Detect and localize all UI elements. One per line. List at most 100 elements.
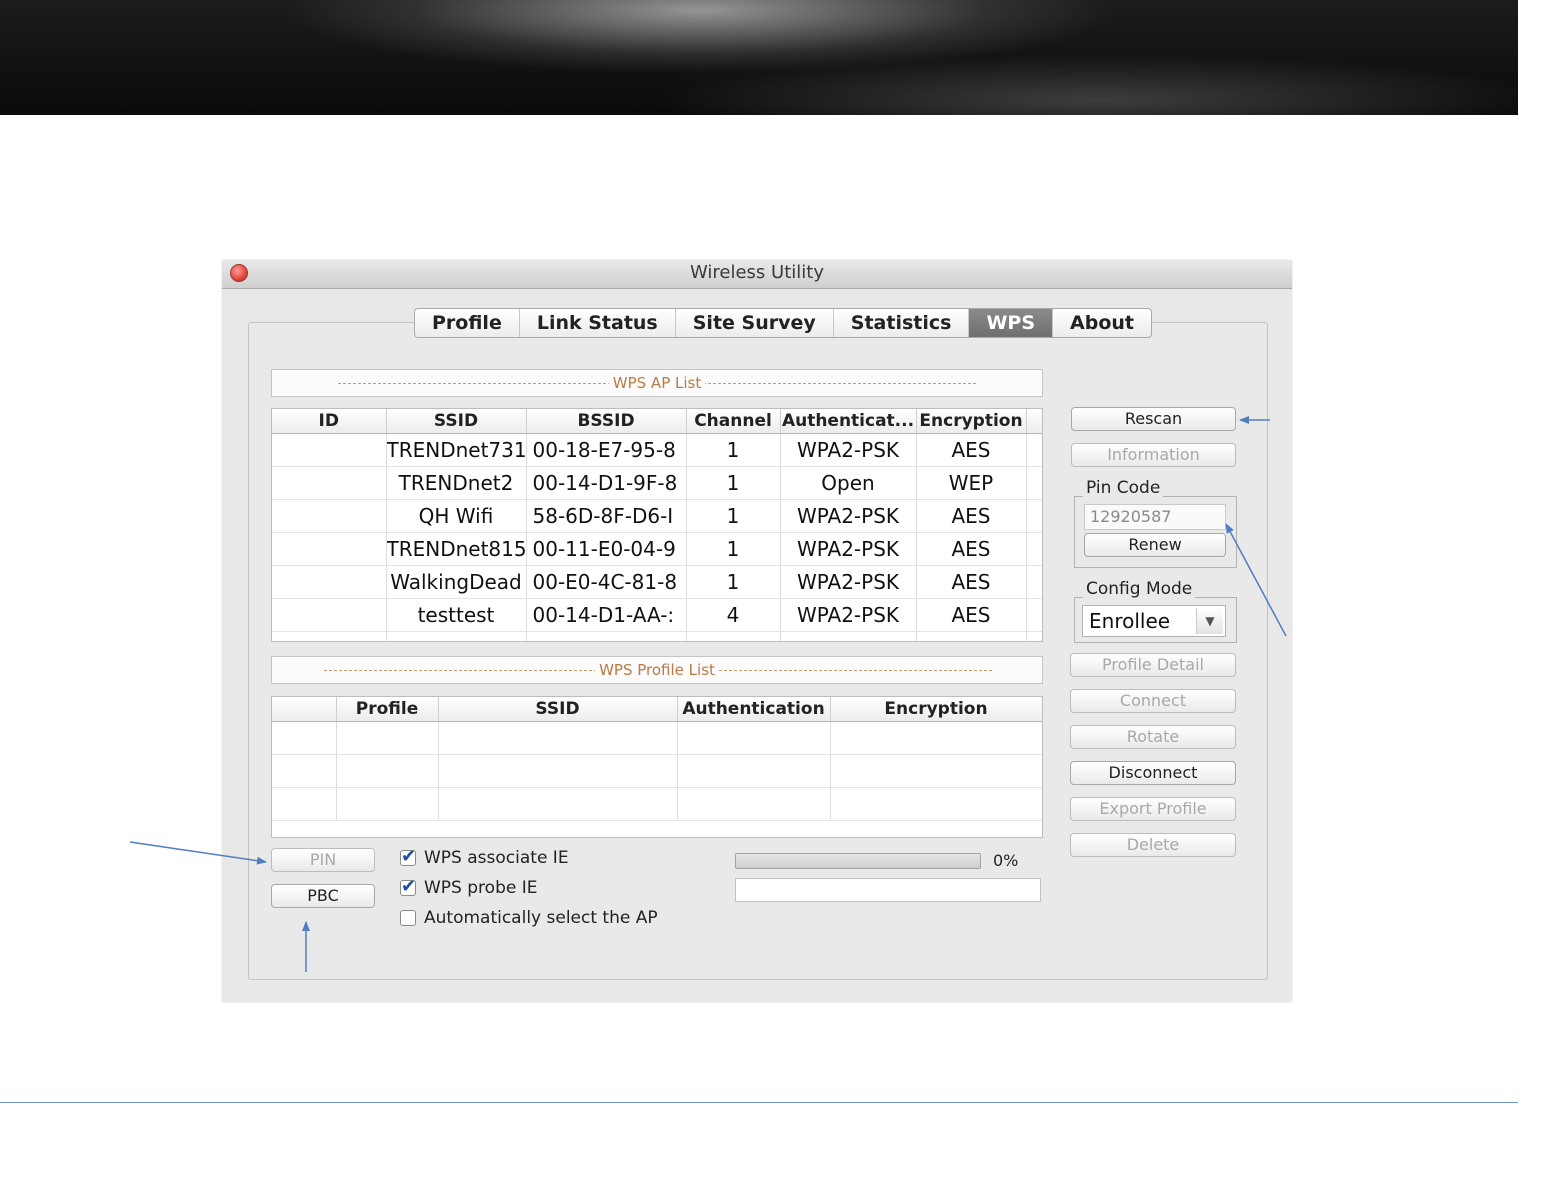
- config-mode-value: Enrollee: [1089, 609, 1171, 633]
- cell-id: [272, 598, 387, 632]
- ap-table-header: ID SSID BSSID Channel Authenticat... Enc…: [272, 409, 1042, 434]
- cell-id: [272, 499, 387, 533]
- table-row[interactable]: TRENDnet815 00-11-E0-04-9 1 WPA2-PSK AES: [272, 532, 1042, 566]
- table-row[interactable]: QH Wifi 58-6D-8F-D6-I 1 WPA2-PSK AES: [272, 499, 1042, 533]
- cell-auth: WPA2-PSK: [780, 433, 917, 467]
- close-window-button[interactable]: [230, 264, 248, 282]
- rotate-button[interactable]: Rotate: [1070, 725, 1236, 749]
- window-title: Wireless Utility: [690, 262, 824, 283]
- pin-button[interactable]: PIN: [271, 848, 375, 872]
- cell-encryption: WEP: [916, 466, 1027, 500]
- wps-ap-table: ID SSID BSSID Channel Authenticat... Enc…: [271, 408, 1043, 642]
- cell-channel: 1: [686, 565, 781, 599]
- col-ssid-header[interactable]: SSID: [438, 697, 678, 722]
- cell-encryption: AES: [916, 499, 1027, 533]
- col-id-header[interactable]: ID: [272, 409, 387, 434]
- cell-ssid: QH Wifi: [386, 499, 527, 533]
- wps-associate-ie-option[interactable]: WPS associate IE: [400, 846, 569, 870]
- wps-ap-list-title: WPS AP List: [608, 374, 706, 392]
- profile-detail-button[interactable]: Profile Detail: [1070, 653, 1236, 677]
- cell-id: [272, 466, 387, 500]
- cell-auth: WPA2-PSK: [780, 565, 917, 599]
- tab-link-status[interactable]: Link Status: [520, 309, 676, 337]
- cell-encryption: AES: [916, 433, 1027, 467]
- cell-bssid: 00-11-E0-04-9: [526, 532, 687, 566]
- cell-bssid: 00-14-D1-AA-:: [526, 598, 687, 632]
- col-authentication-header[interactable]: Authentication: [677, 697, 831, 722]
- wireless-utility-window: Wireless Utility Profile Link Status Sit…: [222, 260, 1292, 1002]
- delete-button[interactable]: Delete: [1070, 833, 1236, 857]
- cell-channel: 1: [686, 499, 781, 533]
- table-row: [272, 787, 1042, 821]
- config-mode-label: Config Mode: [1083, 580, 1196, 598]
- title-bar: Wireless Utility: [222, 260, 1292, 289]
- table-row[interactable]: TRENDnet731 00-18-E7-95-8 1 WPA2-PSK AES: [272, 433, 1042, 467]
- cell-encryption: AES: [916, 565, 1027, 599]
- tab-statistics[interactable]: Statistics: [834, 309, 970, 337]
- cell-ssid: testtest: [386, 598, 527, 632]
- col-auth-header[interactable]: Authenticat...: [780, 409, 917, 434]
- rescan-button[interactable]: Rescan: [1071, 407, 1236, 431]
- wps-associate-ie-label: WPS associate IE: [424, 848, 569, 868]
- col-channel-header[interactable]: Channel: [686, 409, 781, 434]
- tab-about[interactable]: About: [1053, 309, 1151, 337]
- cell-auth: WPA2-PSK: [780, 532, 917, 566]
- cell-channel: 4: [686, 598, 781, 632]
- cell-bssid: 58-6D-8F-D6-I: [526, 499, 687, 533]
- auto-select-ap-option[interactable]: Automatically select the AP: [400, 906, 658, 930]
- col-encryption-header[interactable]: Encryption: [830, 697, 1042, 722]
- wps-profile-list-titlebar: WPS Profile List: [271, 656, 1043, 684]
- col-index-header[interactable]: [272, 697, 337, 722]
- wps-probe-ie-checkbox[interactable]: [400, 876, 416, 897]
- table-row[interactable]: WalkingDead 00-E0-4C-81-8 1 WPA2-PSK AES: [272, 565, 1042, 599]
- cell-auth: WPA2-PSK: [780, 598, 917, 632]
- cell-channel: 1: [686, 433, 781, 467]
- table-row: [272, 721, 1042, 755]
- export-profile-button[interactable]: Export Profile: [1070, 797, 1236, 821]
- auto-select-ap-label: Automatically select the AP: [424, 908, 658, 928]
- cell-bssid: 00-14-D1-9F-8: [526, 466, 687, 500]
- cell-id: [272, 433, 387, 467]
- table-row[interactable]: testtest 00-14-D1-AA-: 4 WPA2-PSK AES: [272, 598, 1042, 632]
- profile-table-header: Profile SSID Authentication Encryption: [272, 697, 1042, 722]
- table-row: [272, 631, 1042, 641]
- wps-status-field: [735, 878, 1041, 902]
- col-filler-header: [1026, 409, 1042, 434]
- dropdown-arrow-icon[interactable]: ▼: [1196, 608, 1223, 634]
- auto-select-ap-checkbox[interactable]: [400, 910, 416, 926]
- cell-auth: Open: [780, 466, 917, 500]
- col-encryption-header[interactable]: Encryption: [916, 409, 1027, 434]
- col-profile-header[interactable]: Profile: [336, 697, 439, 722]
- tab-profile[interactable]: Profile: [415, 309, 520, 337]
- cell-id: [272, 532, 387, 566]
- pbc-button[interactable]: PBC: [271, 884, 375, 908]
- wps-probe-ie-label: WPS probe IE: [424, 878, 538, 898]
- cell-bssid: 00-E0-4C-81-8: [526, 565, 687, 599]
- config-mode-select[interactable]: Enrollee ▼: [1082, 605, 1226, 637]
- col-bssid-header[interactable]: BSSID: [526, 409, 687, 434]
- cell-ssid: TRENDnet731: [386, 433, 527, 467]
- tab-site-survey[interactable]: Site Survey: [676, 309, 834, 337]
- wps-ap-list-titlebar: WPS AP List: [271, 369, 1043, 397]
- cell-ssid: WalkingDead: [386, 565, 527, 599]
- table-row[interactable]: TRENDnet2 00-14-D1-9F-8 1 Open WEP: [272, 466, 1042, 500]
- disconnect-button[interactable]: Disconnect: [1070, 761, 1236, 785]
- col-ssid-header[interactable]: SSID: [386, 409, 527, 434]
- pin-code-label: Pin Code: [1083, 479, 1164, 497]
- wps-associate-ie-checkbox[interactable]: [400, 846, 416, 867]
- tab-wps[interactable]: WPS: [969, 309, 1054, 337]
- tab-bar: Profile Link Status Site Survey Statisti…: [414, 308, 1152, 338]
- cell-bssid: 00-18-E7-95-8: [526, 433, 687, 467]
- information-button[interactable]: Information: [1071, 443, 1236, 467]
- wps-probe-ie-option[interactable]: WPS probe IE: [400, 876, 537, 900]
- pin-code-field[interactable]: 12920587: [1084, 504, 1226, 530]
- cell-encryption: AES: [916, 598, 1027, 632]
- connect-button[interactable]: Connect: [1070, 689, 1236, 713]
- cell-id: [272, 565, 387, 599]
- cell-channel: 1: [686, 532, 781, 566]
- wps-profile-list-title: WPS Profile List: [595, 661, 719, 679]
- renew-button[interactable]: Renew: [1084, 533, 1226, 557]
- cell-ssid: TRENDnet815: [386, 532, 527, 566]
- wps-progress-percent: 0%: [993, 851, 1019, 870]
- table-row: [272, 754, 1042, 788]
